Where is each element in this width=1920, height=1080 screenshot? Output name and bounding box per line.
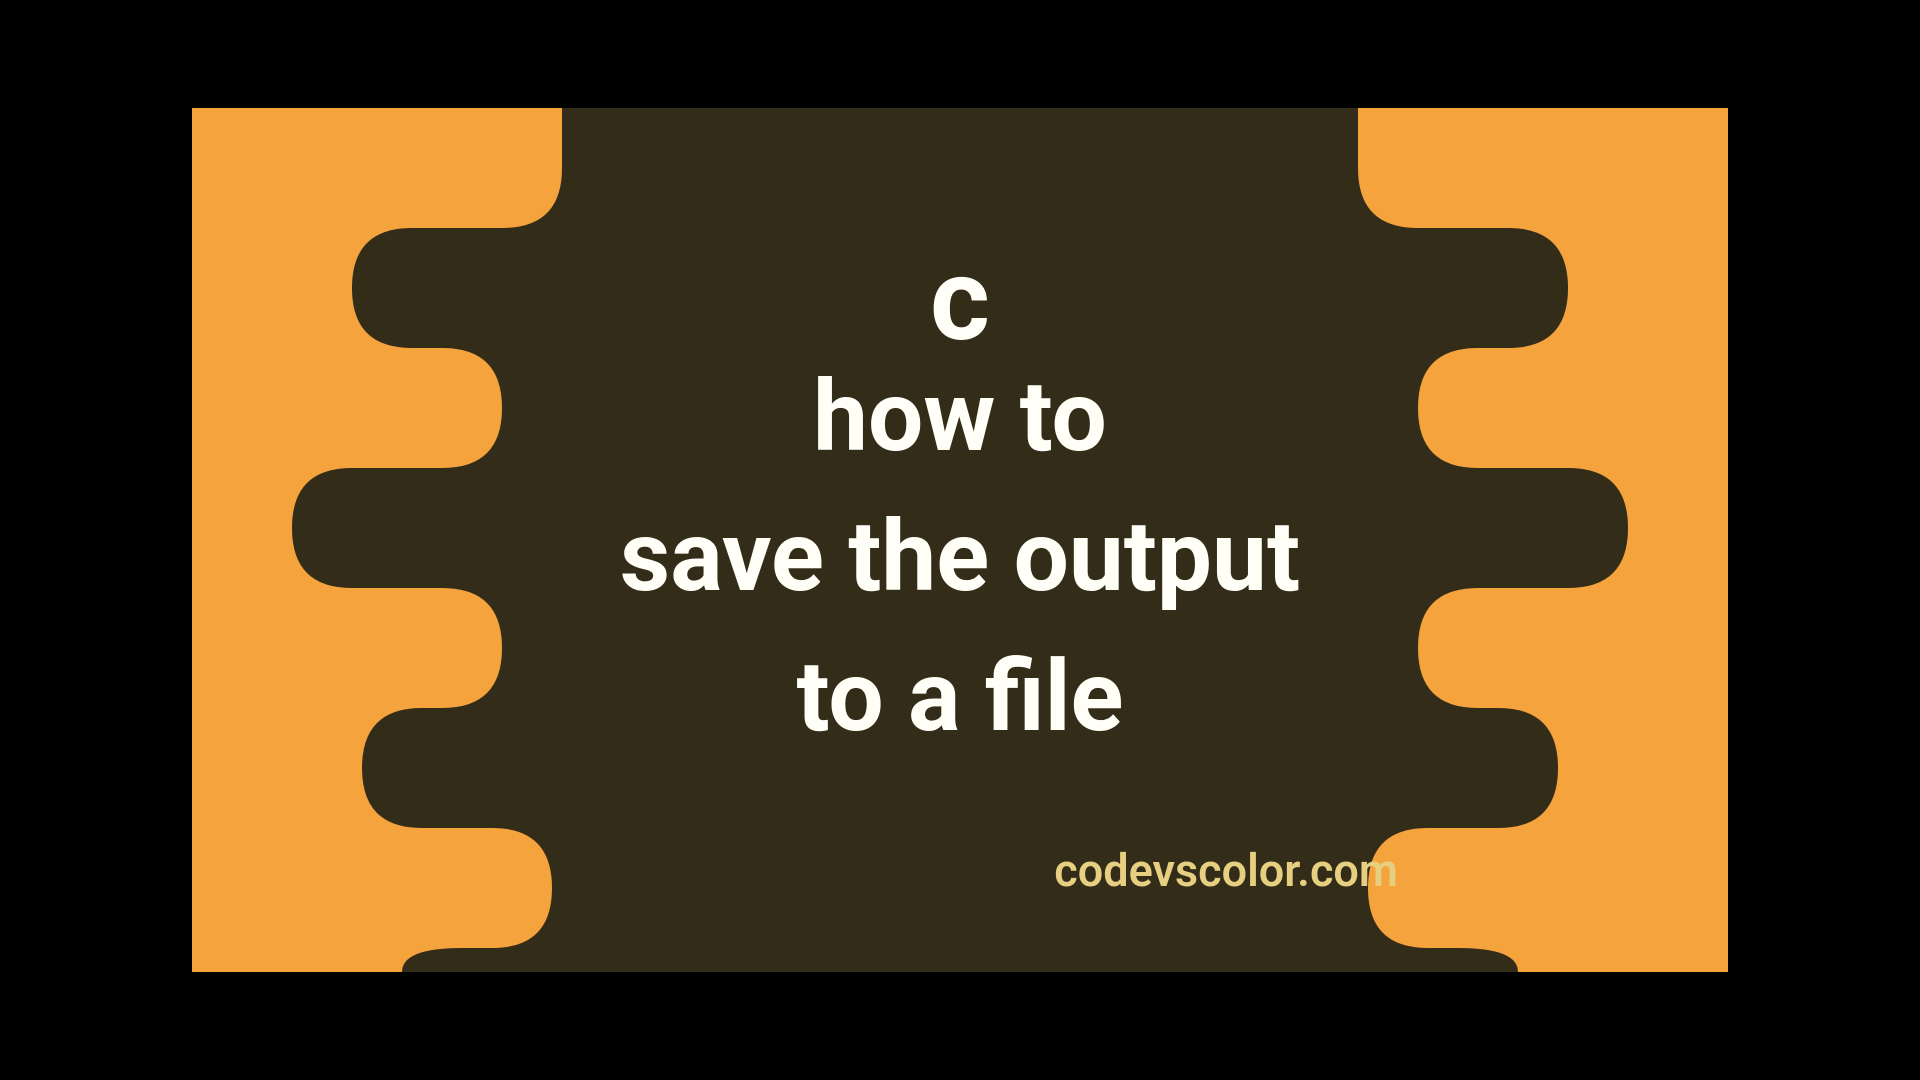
title-line-1: c [192, 243, 1728, 358]
title-line-3: save the output [192, 508, 1728, 606]
card: c how to save the output to a file codev… [192, 108, 1728, 972]
title-line-2: how to [192, 368, 1728, 466]
site-credit: codevscolor.com [1054, 844, 1398, 897]
title-line-4: to a file [192, 648, 1728, 746]
stage: c how to save the output to a file codev… [0, 0, 1920, 1080]
